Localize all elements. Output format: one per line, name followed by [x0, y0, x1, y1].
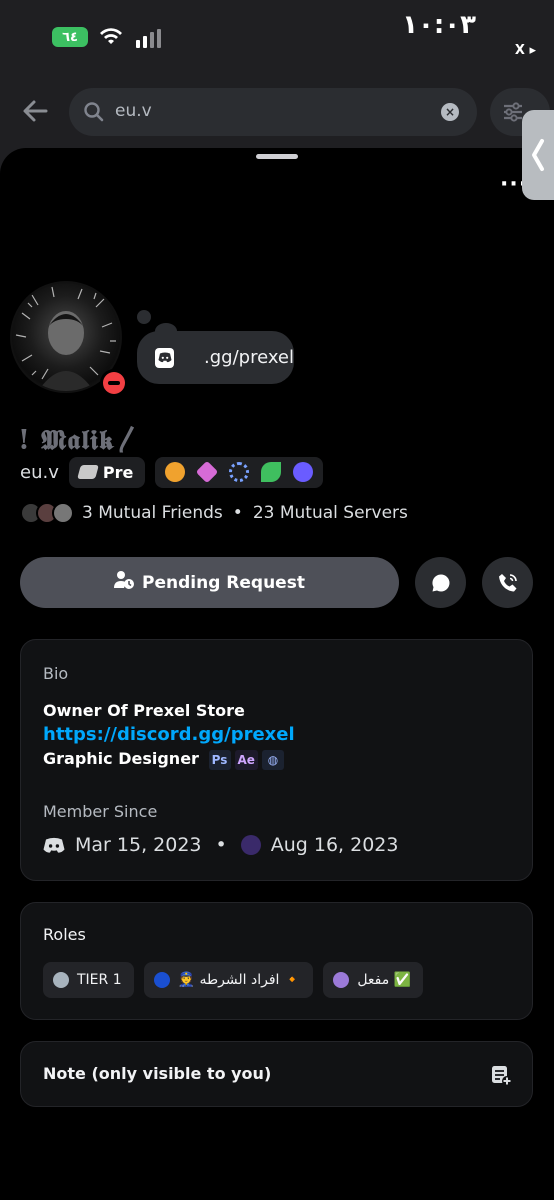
wing-icon	[76, 465, 99, 479]
roles-card: Roles TIER 1 👮 افراد الشرطه 🔸 مفعل ✅	[20, 902, 533, 1020]
back-to-app-link[interactable]: X ▸	[515, 43, 536, 58]
role-name: مفعل ✅	[357, 972, 412, 988]
avatar[interactable]	[10, 281, 128, 397]
blender-icon: ◍	[261, 749, 284, 770]
bio-heading: Bio	[43, 664, 69, 683]
back-arrow-icon[interactable]	[20, 95, 52, 131]
hypesquad-badge-icon[interactable]	[165, 462, 186, 482]
server-icon	[240, 835, 261, 855]
mutual-friend-avatars	[20, 502, 74, 524]
role-color-dot	[153, 972, 170, 988]
pending-request-button[interactable]: Pending Request	[20, 557, 399, 608]
roles-list: TIER 1 👮 افراد الشرطه 🔸 مفعل ✅	[43, 962, 424, 998]
server-tag[interactable]: Pre	[68, 456, 146, 488]
dnd-status-icon	[100, 369, 128, 397]
chat-bubble-icon	[431, 573, 449, 592]
wifi-icon	[99, 27, 123, 51]
voice-call-button[interactable]	[482, 557, 533, 608]
role-color-dot	[333, 972, 350, 988]
battery-indicator: ٦٤	[52, 27, 88, 47]
separator-dot: •	[232, 503, 243, 523]
discord-logo-icon	[155, 347, 174, 368]
server-member-since: Aug 16, 2023	[270, 834, 399, 856]
role-name: TIER 1	[77, 972, 122, 988]
search-icon	[83, 101, 105, 127]
bio-designer-text: Graphic Designer	[43, 749, 199, 768]
battery-level: ٦٤	[62, 29, 78, 45]
discord-member-since: Mar 15, 2023	[75, 834, 202, 856]
pending-friend-icon	[114, 570, 135, 595]
quest-badge-icon[interactable]	[293, 462, 314, 482]
bio-line-owner: Owner Of Prexel Store	[43, 701, 245, 720]
bio-card: Bio Owner Of Prexel Store https://discor…	[20, 639, 533, 881]
discord-logo-icon	[43, 837, 65, 854]
custom-status-text: .gg/prexel	[204, 347, 294, 368]
search-query: eu.v	[115, 101, 152, 121]
role-pill[interactable]: مفعل ✅	[323, 962, 424, 998]
nitro-gem-badge-icon[interactable]	[196, 460, 219, 484]
message-button[interactable]	[415, 557, 466, 608]
clear-search-icon[interactable]: ×	[441, 103, 459, 121]
bio-text: Owner Of Prexel Store https://discord.gg…	[43, 699, 295, 771]
photoshop-icon: Ps	[208, 749, 231, 770]
after-effects-icon: Ae	[234, 749, 258, 770]
status-time: ١٠:٠٣	[402, 10, 476, 40]
status-bar: ٦٤ ١٠:٠٣ X ▸	[0, 0, 554, 75]
app-icon-list: Ps Ae ◍	[208, 749, 284, 770]
pending-request-label: Pending Request	[142, 572, 305, 593]
search-bar: eu.v ×	[0, 85, 554, 137]
server-tag-label: Pre	[102, 462, 134, 482]
bubble-tail-small	[137, 310, 151, 324]
cellular-signal-icon	[136, 29, 161, 48]
side-panel-handle[interactable]	[522, 110, 554, 200]
role-pill[interactable]: 👮 افراد الشرطه 🔸	[143, 962, 314, 998]
username-row: eu.v Pre	[20, 456, 324, 488]
role-name: 👮 افراد الشرطه 🔸	[177, 972, 302, 988]
member-since-row: Mar 15, 2023 • Aug 16, 2023	[43, 834, 398, 856]
search-input[interactable]: eu.v ×	[69, 88, 477, 136]
badge-list	[155, 456, 324, 488]
leaf-badge-icon[interactable]	[261, 462, 282, 482]
chevron-left-icon	[532, 139, 544, 171]
sheet-grabber[interactable]	[256, 154, 298, 159]
phone-icon	[498, 573, 517, 591]
filter-icon	[504, 102, 522, 122]
profile-sheet: ··· .gg/prexel ! 𝕸𝖆𝖑𝖎𝖐〳 eu.v Pre 3 Mutua…	[0, 148, 554, 1200]
role-color-dot	[53, 972, 69, 988]
mutual-servers-count: 23 Mutual Servers	[252, 503, 408, 523]
mutual-friends-count: 3 Mutual Friends	[82, 503, 223, 523]
add-note-icon[interactable]	[490, 1064, 512, 1090]
boost-laurel-badge-icon[interactable]	[229, 462, 250, 482]
note-card[interactable]: Note (only visible to you)	[20, 1041, 533, 1107]
note-label: Note (only visible to you)	[43, 1064, 272, 1083]
custom-status-bubble[interactable]: .gg/prexel	[137, 331, 294, 384]
bio-line-designer: Graphic Designer Ps Ae ◍	[43, 747, 295, 771]
member-since-heading: Member Since	[43, 802, 158, 821]
roles-heading: Roles	[43, 925, 86, 944]
mutuals-row[interactable]: 3 Mutual Friends • 23 Mutual Servers	[20, 502, 408, 524]
separator-dot: •	[215, 834, 227, 856]
display-name: ! 𝕸𝖆𝖑𝖎𝖐〳	[18, 425, 143, 456]
bio-invite-link[interactable]: https://discord.gg/prexel	[43, 723, 295, 747]
username: eu.v	[20, 461, 59, 483]
role-pill[interactable]: TIER 1	[43, 962, 134, 998]
